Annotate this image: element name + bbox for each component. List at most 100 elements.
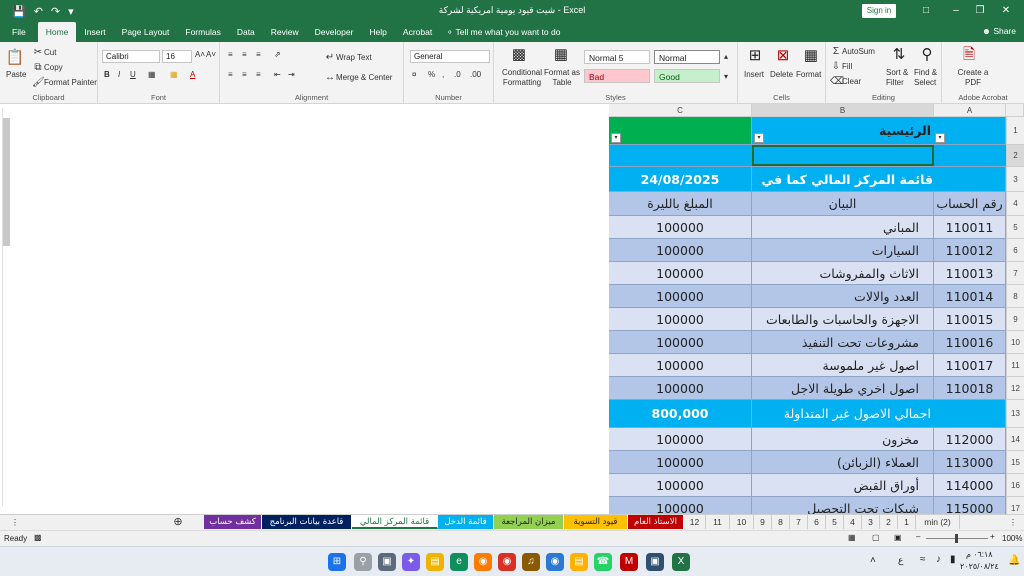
sheet-tab[interactable]: ميزان المراجعة [494,515,564,529]
report-title-cell[interactable]: قائمة المركز المالي كما في [752,167,1006,192]
create-pdf-button[interactable]: Create a PDF [956,68,990,88]
copilot-icon[interactable]: ✦ [402,553,420,571]
sheet-tab[interactable]: قاعدة بيانات البرنامج [262,515,352,529]
underline-icon[interactable]: U [130,70,136,79]
sheet-tab[interactable]: 3 [862,515,880,529]
insert-cells-button[interactable]: Insert [744,70,764,79]
description-cell[interactable]: أوراق القبض [752,474,934,497]
wrap-text-button[interactable]: ↵ Wrap Text [324,52,372,64]
currency-icon[interactable]: ¤ [412,70,416,79]
tab-acrobat[interactable]: Acrobat [395,22,440,42]
description-cell[interactable]: السيارات [752,239,934,262]
account-cell[interactable]: 110015 [934,308,1006,331]
sheet-tab[interactable]: 12 [684,515,706,529]
align-center-icon[interactable]: ≡ [242,70,247,79]
style-bad[interactable]: Bad [584,69,650,83]
account-cell[interactable]: 113000 [934,451,1006,474]
tab-data[interactable]: Data [229,22,263,42]
row-header[interactable]: 2 [1006,145,1024,167]
conditional-formatting-icon[interactable]: ▩ [508,45,530,65]
font-name-select[interactable]: Calibri [102,50,160,63]
sheet-tab[interactable]: 10 [730,515,754,529]
whatsapp-icon[interactable]: ☎ [594,553,612,571]
tab-formulas[interactable]: Formulas [177,22,228,42]
chrome-icon[interactable]: ◉ [498,553,516,571]
align-middle-icon[interactable]: ≡ [242,50,247,59]
row-header[interactable]: 4 [1006,192,1024,216]
app-icon[interactable]: ◉ [546,553,564,571]
header-amount[interactable]: المبلغ بالليرة [609,192,752,216]
sheet-tab[interactable]: 4 [844,515,862,529]
amount-cell[interactable]: 100000 [609,428,752,451]
excel-taskbar-icon[interactable]: X [672,553,690,571]
description-cell[interactable]: اصول غير ملموسة [752,354,934,377]
filter-dropdown-c-icon[interactable]: ▾ [611,133,621,143]
amount-cell[interactable]: 100000 [609,451,752,474]
sheet-blank-area[interactable] [0,104,609,514]
tab-review[interactable]: Review [263,22,307,42]
row-header[interactable]: 15 [1006,451,1024,474]
account-cell[interactable]: 110011 [934,216,1006,239]
description-cell[interactable]: اصول اخري طويلة الاجل [752,377,934,400]
description-cell[interactable]: العملاء (الزبائن) [752,451,934,474]
tab-developer[interactable]: Developer [307,22,362,42]
tab-page-layout[interactable]: Page Layout [114,22,178,42]
tab-help[interactable]: Help [361,22,394,42]
header-account[interactable]: رقم الحساب [934,192,1006,216]
style-normal5[interactable]: Normal 5 [584,50,650,64]
row-header[interactable]: 13 [1006,400,1024,428]
font-size-select[interactable]: 16 [162,50,192,63]
page-break-view-icon[interactable]: ▣ [894,533,902,542]
share-button[interactable]: ☻ Share [982,26,1016,36]
filter-dropdown-b-icon[interactable]: ▾ [754,133,764,143]
format-table-icon[interactable]: ▦ [550,45,572,65]
tabs-scroll-icon[interactable]: ⋮ [1006,515,1020,529]
tray-chevron-icon[interactable]: ˄ [870,555,876,566]
percent-icon[interactable]: % [428,70,435,79]
comma-icon[interactable]: , [442,70,444,79]
create-pdf-icon[interactable]: 🗎 [958,45,980,65]
merge-center-button[interactable]: ↔Merge & Center [324,72,392,84]
close-button[interactable]: ✕ [986,0,1024,22]
align-bottom-icon[interactable]: ≡ [256,50,261,59]
amount-cell[interactable]: 100000 [609,354,752,377]
description-cell[interactable]: العدد والالات [752,285,934,308]
report-date-cell[interactable]: 24/08/2025 [609,167,752,192]
sheet-tab[interactable]: min (2) [916,515,960,529]
row-header[interactable]: 9 [1006,308,1024,331]
row-header[interactable]: 11 [1006,354,1024,377]
select-all-corner[interactable] [1006,104,1024,117]
tabs-more-icon[interactable]: ⋮ [8,515,22,529]
windows-start-icon[interactable]: ⊞ [328,553,346,571]
delete-cells-button[interactable]: Delete [770,70,793,79]
tell-me-search[interactable]: ⚬ Tell me what you want to do [446,22,560,42]
filter-dropdown-a-icon[interactable]: ▾ [935,133,945,143]
amount-cell[interactable]: 100000 [609,308,752,331]
copy-button[interactable]: ⧉ Copy [32,62,62,74]
description-cell[interactable]: الاجهزة والحاسبات والطابعات [752,308,934,331]
row-header[interactable]: 8 [1006,285,1024,308]
m-app-icon[interactable]: M [620,553,638,571]
amount-cell[interactable]: 100000 [609,216,752,239]
tab-insert[interactable]: Insert [76,22,113,42]
zoom-level[interactable]: 100% [1002,534,1022,543]
task-view-icon[interactable]: ▣ [378,553,396,571]
sheet-tab[interactable]: قائمة الدخل [438,515,494,529]
tab-home[interactable]: Home [37,22,77,42]
search-taskbar-icon[interactable]: ⚲ [354,553,372,571]
account-cell[interactable]: 110018 [934,377,1006,400]
tab-file[interactable]: File [0,22,38,42]
increase-indent-icon[interactable]: ⇥ [288,70,295,79]
account-cell[interactable]: 110017 [934,354,1006,377]
file-explorer-icon[interactable]: ▤ [426,553,444,571]
sheet-tab[interactable]: قائمة المركز المالي [352,515,438,529]
styles-scroll-icon[interactable]: ▴ [724,52,728,61]
sort-filter-button[interactable]: Sort & Filter [886,68,914,88]
row-header[interactable]: 10 [1006,331,1024,354]
format-cells-icon[interactable]: ▦ [800,46,822,66]
header-description[interactable]: البيان [752,192,934,216]
autosum-button[interactable]: Σ AutoSum [830,46,875,58]
fill-color-icon[interactable]: ▦ [170,70,178,79]
row-header[interactable]: 7 [1006,262,1024,285]
amount-cell[interactable]: 100000 [609,285,752,308]
